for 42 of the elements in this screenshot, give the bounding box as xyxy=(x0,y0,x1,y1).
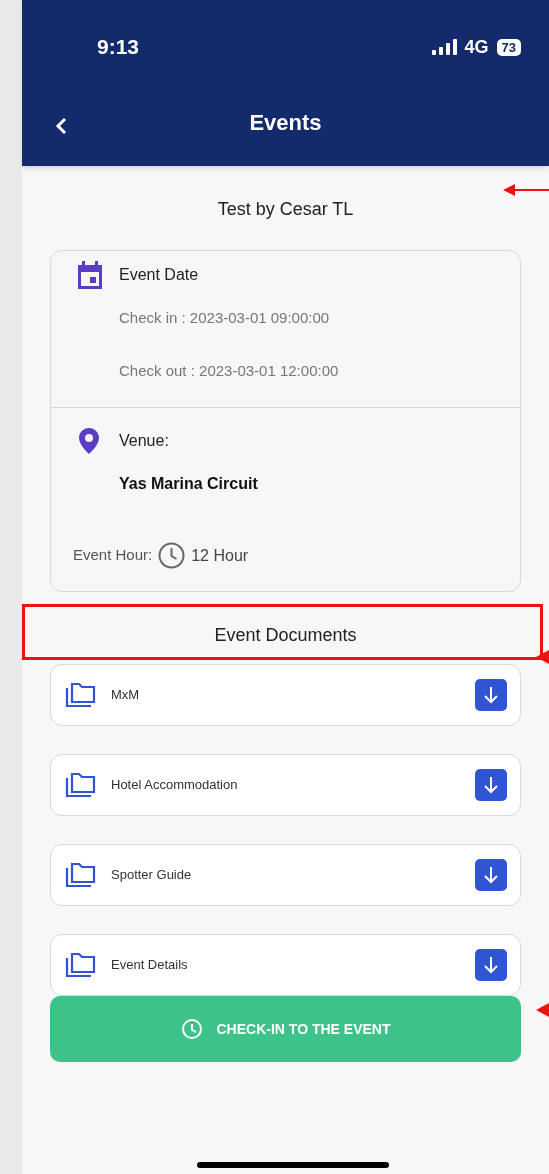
check-in-time: Check in : 2023-03-01 09:00:00 xyxy=(119,308,331,328)
document-name: Hotel Accommodation xyxy=(111,776,239,795)
document-row[interactable]: Spotter Guide xyxy=(50,844,521,906)
chevron-left-icon xyxy=(55,117,69,135)
event-date-label: Event Date xyxy=(119,265,199,285)
arrow-down-icon xyxy=(483,866,499,884)
folder-icon xyxy=(65,952,97,978)
venue-name: Yas Marina Circuit xyxy=(119,474,259,494)
check-out-time: Check out : 2023-03-01 12:00:00 xyxy=(119,360,340,381)
folder-icon xyxy=(65,682,97,708)
clock-icon xyxy=(180,1018,203,1040)
event-hour-label: Event Hour: xyxy=(73,545,153,566)
page-title: Events xyxy=(249,108,322,137)
signal-icon xyxy=(431,39,458,55)
download-button[interactable] xyxy=(475,769,507,801)
documents-heading: Event Documents xyxy=(213,624,358,647)
document-name: Spotter Guide xyxy=(111,866,193,885)
calendar-icon xyxy=(77,261,103,289)
annotation-arrow xyxy=(503,183,549,197)
clock-icon xyxy=(158,542,186,569)
network-label: 4G xyxy=(464,35,489,59)
annotation-arrow xyxy=(536,650,549,664)
document-row[interactable]: Event Details xyxy=(50,934,521,996)
arrow-down-icon xyxy=(483,956,499,974)
status-time: 9:13 xyxy=(97,34,140,61)
folder-icon xyxy=(65,862,97,888)
document-name: Event Details xyxy=(111,956,189,975)
download-button[interactable] xyxy=(475,859,507,891)
arrow-down-icon xyxy=(483,776,499,794)
document-row[interactable]: Hotel Accommodation xyxy=(50,754,521,816)
event-name: Test by Cesar TL xyxy=(216,198,355,221)
document-name: MxM xyxy=(111,686,141,705)
venue-label: Venue: xyxy=(119,431,169,451)
location-pin-icon xyxy=(79,428,99,454)
event-hour-value: 12 Hour xyxy=(191,545,249,566)
document-row[interactable]: MxM xyxy=(50,664,521,726)
download-button[interactable] xyxy=(475,949,507,981)
folder-icon xyxy=(65,772,97,798)
arrow-down-icon xyxy=(483,686,499,704)
battery-indicator: 73 xyxy=(496,38,521,56)
download-button[interactable] xyxy=(475,679,507,711)
annotation-arrow xyxy=(536,1003,549,1017)
